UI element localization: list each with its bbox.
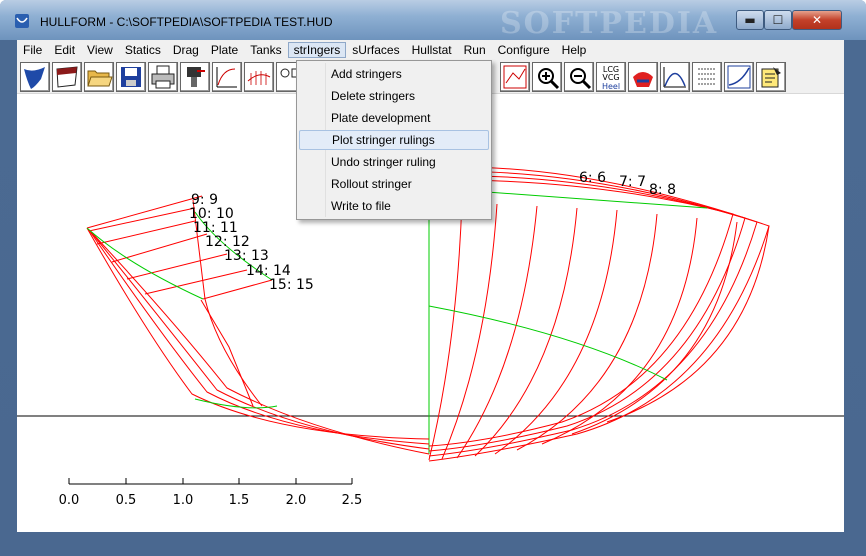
close-button[interactable]: ✕ (792, 10, 842, 30)
save-disk-icon[interactable] (116, 62, 146, 92)
menu-item-rollout-stringer[interactable]: Rollout stringer (299, 174, 489, 194)
lcg-vcg-heel-icon[interactable]: LCG VCG Heel (596, 62, 626, 92)
print-icon[interactable] (148, 62, 178, 92)
section-icon[interactable] (244, 62, 274, 92)
station-label-8: 8: 8 (649, 182, 676, 198)
minimize-button[interactable]: ▬ (736, 10, 764, 30)
zoom-in-icon[interactable] (532, 62, 562, 92)
station-label-13: 13: 13 (224, 248, 269, 264)
station-label-6: 6: 6 (579, 170, 606, 186)
menu-item-add-stringers[interactable]: Add stringers (299, 64, 489, 84)
menu-edit[interactable]: Edit (48, 42, 81, 58)
menu-tanks[interactable]: Tanks (244, 42, 287, 58)
menu-plate[interactable]: Plate (205, 42, 244, 58)
menu-drag[interactable]: Drag (167, 42, 205, 58)
report-icon[interactable] (756, 62, 786, 92)
scale-tick-label: 0.5 (116, 493, 137, 508)
menu-help[interactable]: Help (556, 42, 593, 58)
menu-bar: File Edit View Statics Drag Plate Tanks … (17, 40, 844, 60)
station-label-15: 15: 15 (269, 277, 314, 293)
menu-stringers[interactable]: strIngers (287, 42, 347, 58)
left-stations (86, 195, 430, 455)
menu-run[interactable]: Run (458, 42, 492, 58)
scale-tick-label: 1.0 (173, 493, 194, 508)
zoom-out-icon[interactable] (564, 62, 594, 92)
sheet-icon[interactable] (52, 62, 82, 92)
table-icon[interactable] (692, 62, 722, 92)
stringers-dropdown-menu: Add stringers Delete stringers Plate dev… (296, 60, 492, 220)
menu-item-undo-stringer-ruling[interactable]: Undo stringer ruling (299, 152, 489, 172)
window-title: HULLFORM - C:\SOFTPEDIA\SOFTPEDIA TEST.H… (40, 15, 333, 29)
area-curve-icon[interactable] (660, 62, 690, 92)
app-icon (15, 14, 29, 28)
scale-tick-label: 1.5 (229, 493, 250, 508)
scale-tick-label: 0.0 (59, 493, 80, 508)
menu-configure[interactable]: Configure (492, 42, 556, 58)
title-bar[interactable]: HULLFORM - C:\SOFTPEDIA\SOFTPEDIA TEST.H… (0, 0, 866, 41)
menu-hullstat[interactable]: Hullstat (406, 42, 458, 58)
stability-icon[interactable] (628, 62, 658, 92)
scale-tick-label: 2.0 (286, 493, 307, 508)
station-label-7: 7: 7 (619, 174, 646, 190)
menu-statics[interactable]: Statics (119, 42, 167, 58)
heel-label: Heel (602, 82, 620, 91)
right-rulings (428, 191, 708, 381)
hull-icon[interactable] (20, 62, 50, 92)
curve-icon[interactable] (212, 62, 242, 92)
menu-file[interactable]: File (17, 42, 48, 58)
watermark: SOFTPEDIA (500, 6, 719, 41)
vcg-label: VCG (602, 73, 619, 82)
graph-icon[interactable] (500, 62, 530, 92)
scale-tick-label: 2.5 (342, 493, 363, 508)
menu-view[interactable]: View (81, 42, 119, 58)
speed-icon[interactable] (724, 62, 754, 92)
plotter-icon[interactable] (180, 62, 210, 92)
menu-item-write-to-file[interactable]: Write to file (299, 196, 489, 216)
menu-surfaces[interactable]: sUrfaces (346, 42, 405, 58)
menu-item-delete-stringers[interactable]: Delete stringers (299, 86, 489, 106)
menu-item-plate-development[interactable]: Plate development (299, 108, 489, 128)
open-folder-icon[interactable] (84, 62, 114, 92)
scale-bar: 0.0 0.5 1.0 1.5 2.0 2.5 (59, 478, 363, 508)
menu-item-plot-stringer-rulings[interactable]: Plot stringer rulings (299, 130, 489, 150)
maximize-button[interactable]: ☐ (764, 10, 792, 30)
